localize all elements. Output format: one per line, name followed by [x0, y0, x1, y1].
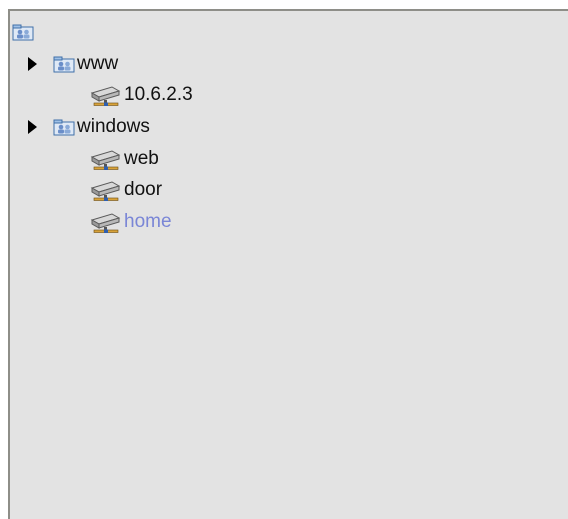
tree-root[interactable] — [12, 20, 36, 44]
tree-node-label: www — [77, 53, 119, 74]
tree-leaf-door[interactable]: door — [88, 178, 162, 202]
tree-leaf-label: 10.6.2.3 — [124, 84, 193, 105]
expand-arrow-icon[interactable] — [28, 57, 37, 71]
tree-leaf-label: door — [124, 179, 163, 200]
expand-arrow-icon[interactable] — [28, 120, 37, 134]
tree-node-www[interactable]: www — [28, 52, 118, 76]
network-server-icon — [88, 83, 122, 107]
tree-panel: www 10.6.2.3 windows web door home — [8, 9, 568, 519]
group-folder-icon — [12, 23, 34, 41]
tree-node-windows[interactable]: windows — [28, 115, 150, 139]
tree-leaf-label: web — [124, 148, 159, 169]
tree-node-label: windows — [77, 116, 150, 137]
network-server-icon — [88, 147, 122, 171]
network-server-icon — [88, 178, 122, 202]
tree-leaf-label: home — [124, 211, 172, 232]
group-folder-icon — [53, 118, 75, 136]
tree-leaf-home[interactable]: home — [88, 210, 172, 234]
tree-leaf-web[interactable]: web — [88, 147, 159, 171]
group-folder-icon — [53, 55, 75, 73]
tree-leaf-10-6-2-3[interactable]: 10.6.2.3 — [88, 83, 193, 107]
network-server-icon — [88, 210, 122, 234]
